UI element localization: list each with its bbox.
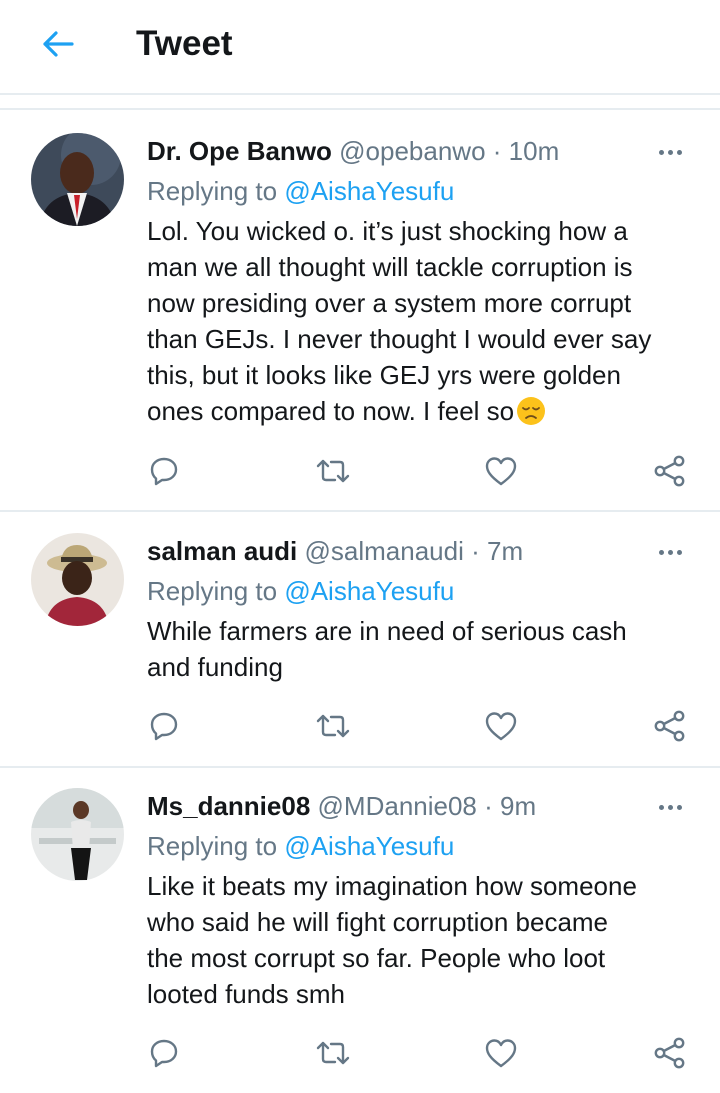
author-name[interactable]: Dr. Ope Banwo <box>147 136 332 166</box>
like-button[interactable] <box>481 1033 521 1073</box>
mention-link[interactable]: @AishaYesufu <box>284 576 454 606</box>
retweet-icon <box>316 1041 350 1065</box>
tweet-actions <box>0 706 720 746</box>
arrow-left-icon <box>43 31 74 57</box>
tweet-text-line: ones compared to now. I feel so <box>147 393 697 429</box>
tweet-actions <box>0 1033 720 1073</box>
retweet-icon <box>316 714 350 738</box>
reply-icon <box>150 457 178 486</box>
like-icon <box>485 457 517 486</box>
reply-button[interactable] <box>144 706 184 746</box>
tweet-text-line: and funding <box>147 652 283 682</box>
avatar[interactable] <box>31 788 124 881</box>
more-options-button[interactable] <box>652 542 688 562</box>
reply-button[interactable] <box>144 1033 184 1073</box>
page-title: Tweet <box>136 24 233 63</box>
timestamp: · 7m <box>471 536 524 566</box>
retweet-button[interactable] <box>313 451 353 491</box>
share-button[interactable] <box>650 706 690 746</box>
retweet-icon <box>316 459 350 483</box>
retweet-button[interactable] <box>313 706 353 746</box>
tweet-text-line: Like it beats my imagination how someone <box>147 871 637 901</box>
replying-to-line: Replying to @AishaYesufu <box>147 829 454 863</box>
tweet-text: Like it beats my imagination how someone… <box>147 868 697 1012</box>
tweet-text-segment: ones compared to now. I feel so <box>147 396 515 426</box>
tweet-text-line: looted funds smh <box>147 979 346 1009</box>
back-button[interactable] <box>36 26 80 62</box>
author-name[interactable]: Ms_dannie08 <box>147 791 310 821</box>
reply-icon <box>150 1039 178 1068</box>
disappointed-face-icon <box>517 397 546 425</box>
share-button[interactable] <box>650 451 690 491</box>
replying-to-label: Replying to <box>147 831 278 861</box>
avatar[interactable] <box>31 133 124 226</box>
reply-icon <box>150 712 178 741</box>
timestamp: · 10m <box>492 136 560 166</box>
share-button[interactable] <box>650 1033 690 1073</box>
author-handle[interactable]: @salmanaudi <box>305 536 464 566</box>
tweet-text-line: While farmers are in need of serious cas… <box>147 616 627 646</box>
like-button[interactable] <box>481 451 521 491</box>
tweet-text-line: now presiding over a system more corrupt <box>147 288 632 318</box>
share-icon <box>654 710 685 742</box>
top-bar: Tweet <box>0 0 720 95</box>
author-name[interactable]: salman audi <box>147 536 297 566</box>
like-icon <box>485 712 517 741</box>
more-options-button[interactable] <box>652 142 688 162</box>
replying-to-label: Replying to <box>147 576 278 606</box>
author-handle[interactable]: @opebanwo <box>339 136 485 166</box>
tweet-text-line: the most corrupt so far. People who loot <box>147 943 606 973</box>
like-icon <box>485 1039 517 1068</box>
retweet-button[interactable] <box>313 1033 353 1073</box>
like-button[interactable] <box>481 706 521 746</box>
tweet-header: Ms_dannie08 @MDannie08 · 9m <box>147 789 536 823</box>
tweet-reply[interactable]: salman audi @salmanaudi · 7m Replying to… <box>0 512 720 766</box>
replying-to-line: Replying to @AishaYesufu <box>147 574 454 608</box>
share-icon <box>654 1037 685 1069</box>
tweet-actions <box>0 451 720 491</box>
reply-button[interactable] <box>144 451 184 491</box>
tweet-reply[interactable]: Dr. Ope Banwo @opebanwo · 10m Replying t… <box>0 110 720 510</box>
tweet-header: Dr. Ope Banwo @opebanwo · 10m <box>147 134 559 168</box>
replying-to-label: Replying to <box>147 176 278 206</box>
tweet-text-line: who said he will fight corruption became <box>147 907 609 937</box>
tweet-text: Lol. You wicked o. it’s just shocking ho… <box>147 213 697 429</box>
mention-link[interactable]: @AishaYesufu <box>284 176 454 206</box>
share-icon <box>654 455 685 487</box>
avatar[interactable] <box>31 533 124 626</box>
more-options-button[interactable] <box>652 797 688 817</box>
replying-to-line: Replying to @AishaYesufu <box>147 174 454 208</box>
author-handle[interactable]: @MDannie08 <box>318 791 477 821</box>
tweet-text: While farmers are in need of serious cas… <box>147 613 697 685</box>
tweet-text-line: man we all thought will tackle corruptio… <box>147 252 633 282</box>
tweet-text-line: Lol. You wicked o. it’s just shocking ho… <box>147 216 628 246</box>
tweet-text-line: than GEJs. I never thought I would ever … <box>147 324 652 354</box>
tweet-text-line: this, but it looks like GEJ yrs were gol… <box>147 360 621 390</box>
timestamp: · 9m <box>484 791 537 821</box>
tweet-header: salman audi @salmanaudi · 7m <box>147 534 523 568</box>
tweet-reply[interactable]: Ms_dannie08 @MDannie08 · 9m Replying to … <box>0 768 720 1093</box>
mention-link[interactable]: @AishaYesufu <box>284 831 454 861</box>
